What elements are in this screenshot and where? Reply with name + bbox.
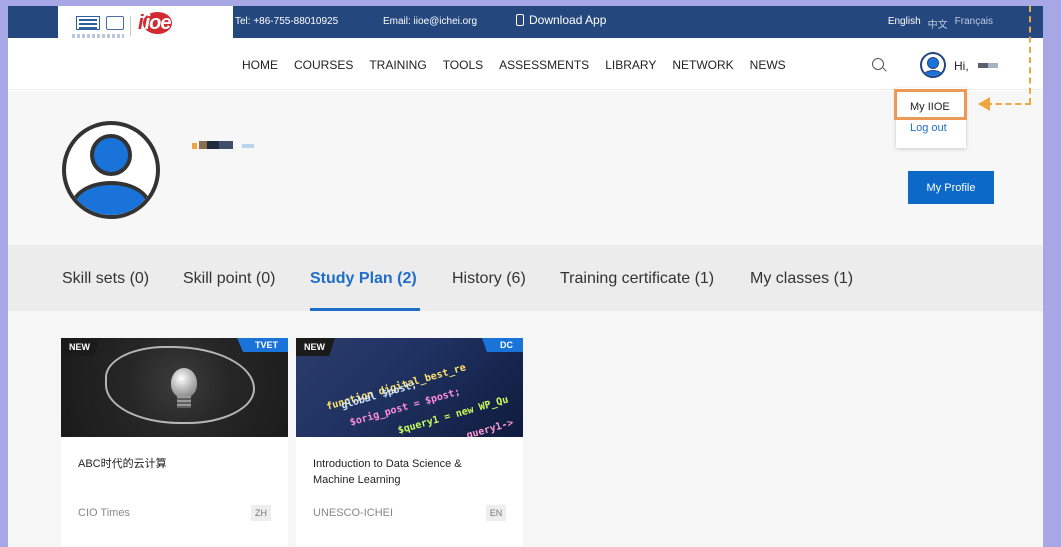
course-card[interactable]: function digital_best_re global $post; $… [296, 338, 523, 547]
nav-library[interactable]: LIBRARY [605, 58, 656, 72]
new-badge: NEW [296, 338, 335, 356]
profile-avatar-icon [62, 121, 160, 219]
profile-header: My Profile [8, 91, 1043, 245]
search-icon[interactable] [872, 58, 884, 70]
tab-skill-sets[interactable]: Skill sets (0) [62, 270, 149, 288]
annotation-highlight-box [894, 89, 967, 120]
annotation-arrow-icon [978, 97, 990, 111]
logo-divider [130, 16, 131, 36]
new-badge: NEW [61, 338, 100, 356]
nav-training[interactable]: TRAINING [369, 58, 426, 72]
nav-assessments[interactable]: ASSESSMENTS [499, 58, 589, 72]
language-tag: EN [486, 505, 506, 521]
blurred-username [978, 63, 998, 68]
course-title[interactable]: ABC时代的云计算 [78, 456, 268, 472]
course-title[interactable]: Introduction to Data Science & Machine L… [313, 456, 503, 488]
menu-item-log-out[interactable]: Log out [910, 122, 947, 134]
nav-courses[interactable]: COURSES [294, 58, 353, 72]
nav-network[interactable]: NETWORK [672, 58, 733, 72]
course-card[interactable]: NEW TVET ABC时代的云计算 CIO Times ZH [61, 338, 288, 547]
lang-french[interactable]: Français [955, 16, 993, 31]
browser-viewport: Tel: +86-755-88010925 Email: iioe@ichei.… [8, 6, 1043, 547]
nav-tools[interactable]: TOOLS [443, 58, 483, 72]
mobile-phone-icon [516, 14, 524, 26]
nav-news[interactable]: NEWS [750, 58, 786, 72]
phone-number: Tel: +86-755-88010925 [235, 16, 339, 27]
email-address[interactable]: Email: iioe@ichei.org [383, 16, 477, 27]
annotation-arrow-vertical [1029, 6, 1031, 104]
category-badge: TVET [236, 338, 288, 352]
lang-chinese[interactable]: 中文 [928, 16, 948, 31]
lightbulb-icon [171, 368, 197, 398]
nav-home[interactable]: HOME [242, 58, 278, 72]
study-plan-content: NEW TVET ABC时代的云计算 CIO Times ZH function… [8, 311, 1043, 547]
annotation-arrow-line [986, 103, 1031, 105]
iioe-brand-icon: i ioe [138, 12, 173, 34]
ichei-logo-icon [106, 16, 124, 30]
profile-tabs: Skill sets (0) Skill point (0) Study Pla… [8, 245, 1043, 311]
unesco-logo-icon [76, 16, 100, 30]
course-provider: UNESCO-ICHEI [313, 507, 394, 519]
category-badge: DC [482, 338, 523, 352]
main-navigation: HOME COURSES TRAINING TOOLS ASSESSMENTS … [8, 38, 1043, 90]
tab-skill-point[interactable]: Skill point (0) [183, 270, 275, 288]
download-app-link[interactable]: Download App [516, 13, 606, 27]
nav-menu: HOME COURSES TRAINING TOOLS ASSESSMENTS … [242, 58, 786, 72]
user-avatar-icon[interactable] [920, 52, 946, 78]
tab-history[interactable]: History (6) [452, 270, 526, 288]
tab-my-classes[interactable]: My classes (1) [750, 270, 853, 288]
language-tag: ZH [251, 505, 271, 521]
course-provider: CIO Times [78, 507, 130, 519]
my-profile-button[interactable]: My Profile [908, 171, 994, 204]
lang-english[interactable]: English [888, 16, 921, 31]
user-greeting[interactable]: Hi, [954, 59, 969, 73]
download-app-label: Download App [529, 13, 607, 27]
tab-study-plan[interactable]: Study Plan (2) [310, 270, 417, 288]
code-image: function digital_best_re global $post; $… [296, 338, 523, 437]
blurred-profile-name [192, 141, 258, 151]
tab-training-certificate[interactable]: Training certificate (1) [560, 270, 714, 288]
language-switcher: English 中文 Français [888, 16, 993, 31]
lightbulb-image: NEW TVET [61, 338, 288, 437]
